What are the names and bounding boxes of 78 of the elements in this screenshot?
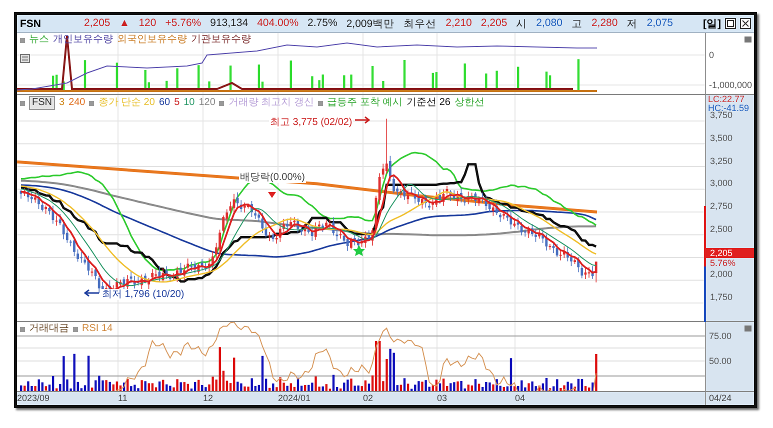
stock-symbol: FSN: [20, 18, 42, 30]
axis-label: 3,250: [710, 156, 733, 166]
axis-label: 75.00: [709, 331, 732, 341]
date-label: 04/24: [709, 393, 732, 403]
axis-label: 3,500: [710, 132, 733, 143]
legend-marker-icon: [219, 100, 224, 106]
legend-label[interactable]: 거래대금: [29, 323, 69, 335]
date-label: 02: [363, 393, 374, 404]
star-icon: [353, 245, 365, 256]
quote-value: 저: [626, 16, 638, 30]
close-icon[interactable]: [740, 18, 751, 29]
quote-value: 2.75%: [308, 16, 338, 30]
lc-value: LC:22.77: [708, 95, 746, 104]
change-percent: 5.76%: [709, 258, 737, 268]
axis-label: 50.00: [709, 356, 732, 366]
legend-marker-icon: [20, 326, 25, 332]
panel-menu-icon[interactable]: [744, 36, 752, 43]
axis-label: 0: [709, 50, 714, 60]
legend-label[interactable]: RSI 14: [82, 323, 113, 335]
axis-label: 3,000: [710, 178, 733, 188]
axis-label: 2,750: [710, 201, 733, 211]
legend-label[interactable]: 상한선: [454, 97, 484, 109]
legend-label[interactable]: 60: [158, 97, 170, 109]
arrow-icon: [354, 116, 370, 124]
legend-label[interactable]: 10: [184, 97, 195, 109]
chart-annotation: 최저 1,796 (10/20): [101, 289, 186, 300]
legend-label[interactable]: 3: [59, 97, 65, 109]
quote-value: 시: [516, 16, 528, 30]
quote-value: 404.00%: [257, 16, 299, 30]
quote-value: ▲: [119, 16, 130, 30]
hc-value: HC:-41.59: [708, 104, 750, 113]
quote-value: 120: [138, 16, 156, 30]
legend-label[interactable]: 외국인보유수량: [117, 34, 187, 46]
current-price-tag: 2,205: [706, 248, 754, 258]
quote-value: 2,080: [536, 16, 562, 30]
period-button[interactable]: [일]: [703, 16, 721, 30]
triangle-marker-icon: [268, 192, 276, 198]
legend-label[interactable]: 5: [174, 97, 180, 109]
quote-value: 2,205: [480, 16, 508, 30]
date-label: 04: [515, 393, 526, 404]
legend-label[interactable]: 120: [198, 97, 216, 109]
grid-icon[interactable]: [20, 54, 30, 63]
date-label: 12: [203, 393, 214, 404]
axis-label: 1,750: [710, 292, 733, 302]
date-label: 2023/09: [17, 393, 50, 404]
panel-menu-icon[interactable]: [744, 325, 752, 332]
quote-value: 2,205: [84, 16, 110, 30]
axis-label: 2,000: [710, 269, 733, 280]
legend-label[interactable]: 기관보유수량: [191, 34, 251, 46]
legend-marker-icon: [20, 100, 25, 106]
arrow-icon: [84, 289, 100, 297]
legend-marker-icon: [318, 100, 323, 106]
legend-label[interactable]: 기준선 26: [406, 97, 450, 109]
quote-value: 2,210: [446, 16, 472, 30]
quote-value: +5.76%: [165, 16, 202, 30]
date-label: 11: [118, 393, 128, 404]
legend-label[interactable]: 거래량 최고치 갱신: [228, 97, 314, 109]
quote-value: 고: [571, 16, 582, 30]
legend-label[interactable]: 240: [68, 97, 86, 109]
axis-label: 2,500: [710, 224, 733, 234]
legend-marker-icon: [89, 100, 94, 106]
legend-label[interactable]: 급등주 포착 예시: [327, 97, 403, 109]
quote-value: 2,009백만: [346, 16, 395, 30]
date-label: 2024/01: [278, 393, 311, 404]
legend-marker-icon: [20, 38, 25, 42]
legend-marker-icon: [73, 326, 78, 332]
chart-annotation: 최고 3,775 (02/02): [269, 117, 354, 128]
axis-label: -1,000,000: [709, 80, 752, 90]
symbol-label[interactable]: FSN: [29, 96, 55, 110]
maximize-icon[interactable]: [725, 18, 736, 29]
date-label: 03: [437, 393, 448, 404]
quote-value: 913,134: [210, 16, 248, 30]
quote-value: 2,280: [591, 16, 618, 30]
quote-value: 2,075: [646, 16, 674, 30]
chart-annotation: 배당락(0.00%): [239, 172, 306, 183]
axis-label: 3,750: [710, 110, 733, 120]
legend-label[interactable]: 뉴스: [29, 34, 49, 46]
quote-value: 최우선: [404, 16, 437, 30]
